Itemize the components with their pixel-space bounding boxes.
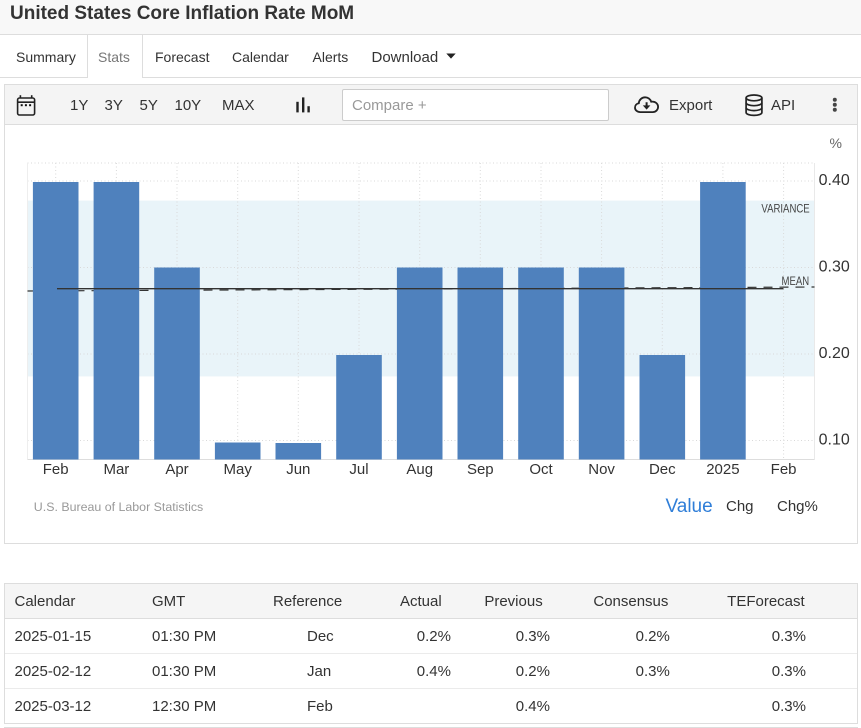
svg-text:Feb: Feb [771,461,797,478]
svg-text:Sep: Sep [467,461,494,478]
svg-text:Chg%: Chg% [777,498,818,515]
svg-text:VARIANCE: VARIANCE [761,204,810,216]
svg-text:Nov: Nov [588,461,615,478]
svg-text:Dec: Dec [649,461,676,478]
svg-text:Mar: Mar [103,461,129,478]
svg-text:0.10: 0.10 [819,432,850,449]
svg-text:Value: Value [666,496,713,517]
svg-text:Aug: Aug [406,461,433,478]
svg-text:Jul: Jul [349,461,368,478]
svg-text:0.20: 0.20 [819,345,850,362]
svg-text:Apr: Apr [165,461,188,478]
svg-text:%: % [830,135,842,151]
svg-text:U.S. Bureau of Labor Statistic: U.S. Bureau of Labor Statistics [34,500,203,514]
svg-text:0.30: 0.30 [819,259,850,276]
svg-text:May: May [224,461,253,478]
svg-text:0.40: 0.40 [819,172,850,189]
svg-text:Jun: Jun [286,461,310,478]
svg-text:Feb: Feb [43,461,69,478]
svg-text:Chg: Chg [726,498,754,515]
svg-text:MEAN: MEAN [782,276,810,288]
svg-text:2025: 2025 [706,461,739,478]
svg-text:Oct: Oct [529,461,553,478]
